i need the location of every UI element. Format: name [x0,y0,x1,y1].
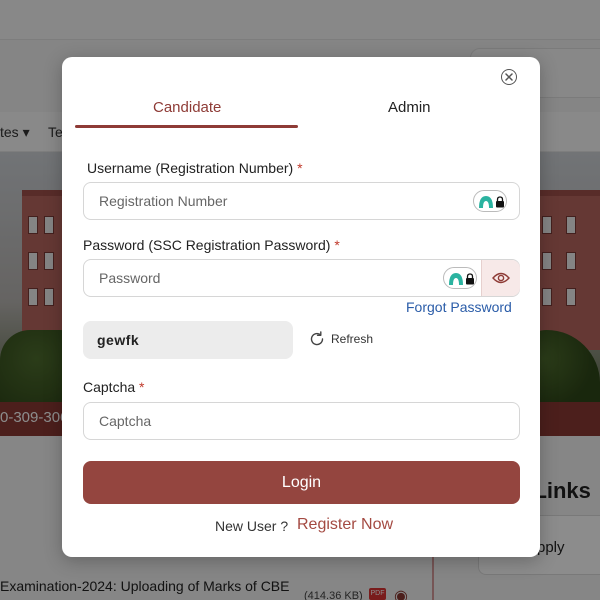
captcha-label: Captcha * [83,379,145,395]
captcha-image: gewfk [83,321,293,359]
register-now-link[interactable]: Register Now [297,516,393,534]
refresh-captcha-button[interactable]: Refresh [309,331,373,347]
password-input[interactable] [99,260,429,296]
captcha-input[interactable] [99,403,429,439]
refresh-icon [310,331,324,346]
password-label: Password (SSC Registration Password) * [83,237,340,253]
login-modal: Candidate Admin Username (Registration N… [62,57,540,557]
show-password-button[interactable] [481,260,520,296]
username-field [83,182,520,220]
captcha-image-text: gewfk [97,332,140,348]
password-field [83,259,520,297]
forgot-password-link[interactable]: Forgot Password [406,299,512,315]
username-input[interactable] [99,183,429,219]
eye-icon [492,272,510,284]
close-button[interactable] [501,69,517,85]
captcha-field [83,402,520,440]
required-mark: * [297,160,303,176]
active-tab-indicator [75,125,298,128]
password-manager-icon[interactable] [473,190,507,212]
login-button[interactable]: Login [83,461,520,504]
refresh-label: Refresh [331,332,374,346]
tab-admin[interactable]: Admin [388,99,431,116]
username-label: Username (Registration Number) * [87,160,303,176]
tab-candidate[interactable]: Candidate [153,99,221,116]
password-manager-icon[interactable] [443,267,477,289]
new-user-text: New User ? [215,518,289,534]
required-mark: * [334,237,340,253]
close-icon [505,73,513,81]
required-mark: * [139,379,145,395]
